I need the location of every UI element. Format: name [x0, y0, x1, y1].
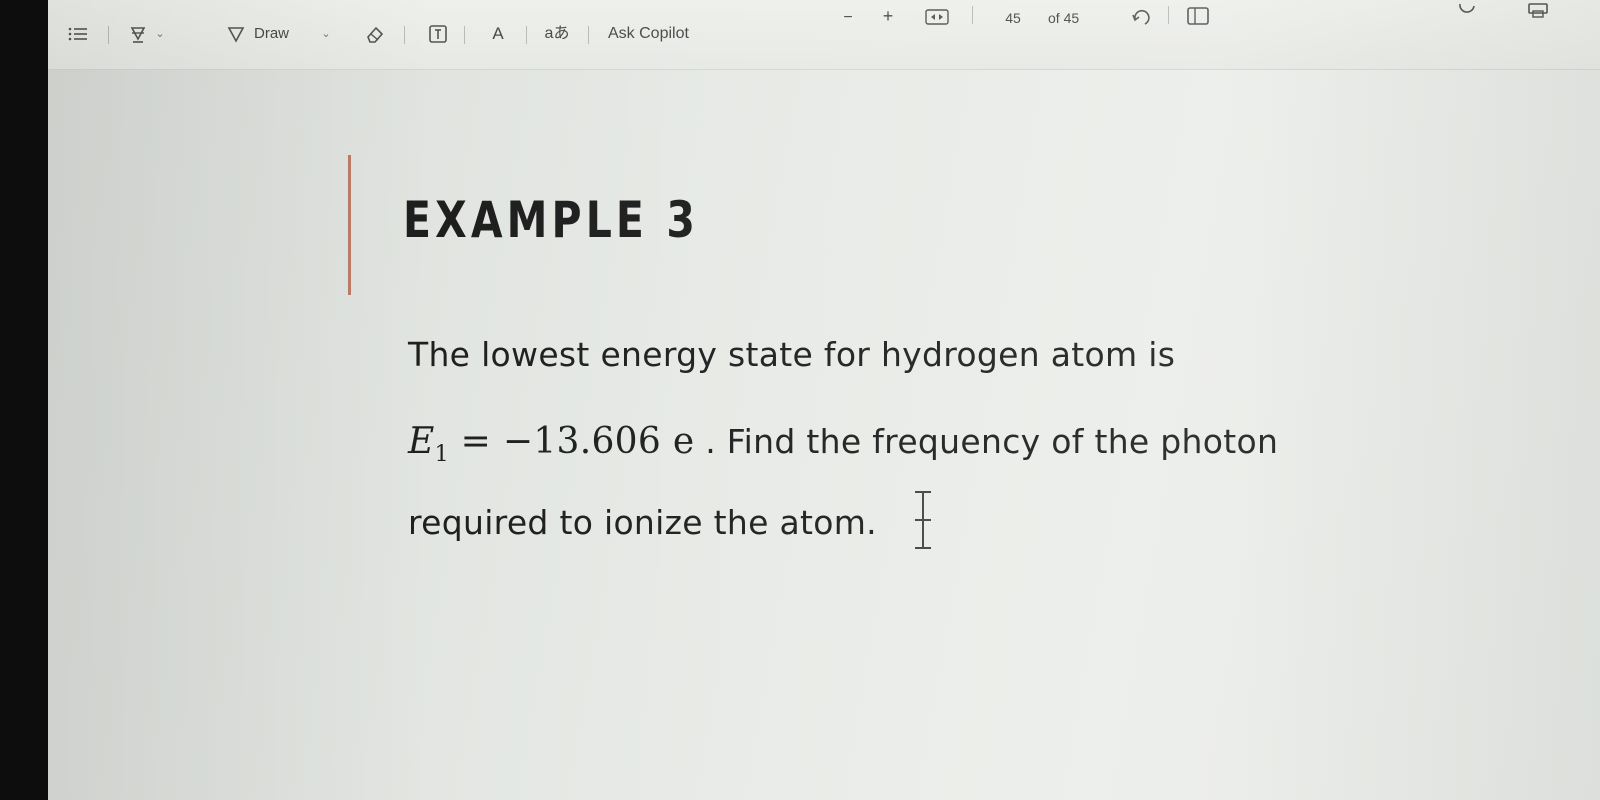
- page-margin-line: [348, 155, 351, 295]
- toolbar-divider: [526, 26, 527, 44]
- text-style-icon[interactable]: A: [484, 22, 512, 46]
- text-cursor-icon: [912, 490, 934, 550]
- translate-icon[interactable]: aあ: [542, 22, 572, 46]
- page-total-label: of 45: [1048, 10, 1080, 26]
- page-number-input[interactable]: 45: [996, 8, 1030, 28]
- body-line-2-text: . Find the frequency of the photon: [694, 422, 1279, 461]
- body-line-1: The lowest energy state for hydrogen ato…: [408, 335, 1176, 374]
- text-box-icon[interactable]: [426, 22, 450, 46]
- fit-width-icon[interactable]: [924, 8, 950, 26]
- page-title: EXAMPLE 3: [403, 191, 700, 249]
- rotate-icon[interactable]: [1128, 5, 1154, 29]
- toolbar-divider: [972, 6, 973, 24]
- toolbar-divider: [588, 26, 589, 44]
- energy-equation: E1 = −13.606 e: [408, 421, 695, 467]
- list-icon[interactable]: [66, 22, 90, 46]
- toolbar-divider: [464, 26, 465, 44]
- draw-button-label[interactable]: Draw: [254, 24, 289, 44]
- toolbar: ⌄ Draw ⌄ A aあ Ask Copilot − + 45 of 45: [48, 0, 1600, 70]
- equation-variable: E: [408, 421, 435, 462]
- body-line-3: required to ionize the atom.: [408, 503, 877, 542]
- toolbar-divider: [1168, 6, 1169, 24]
- toolbar-divider: [108, 26, 109, 44]
- pdf-viewer-window: ⌄ Draw ⌄ A aあ Ask Copilot − + 45 of 45 E…: [48, 0, 1600, 800]
- zoom-in-button[interactable]: +: [878, 6, 898, 26]
- document-page: EXAMPLE 3 The lowest energy state for hy…: [48, 71, 1600, 800]
- print-icon[interactable]: [1524, 0, 1552, 20]
- ask-copilot-button[interactable]: Ask Copilot: [608, 24, 689, 44]
- toolbar-divider: [404, 26, 405, 44]
- equation-subscript: 1: [434, 442, 449, 467]
- page-view-icon[interactable]: [1184, 4, 1212, 28]
- search-icon[interactable]: [1456, 0, 1480, 20]
- highlighter-icon[interactable]: [126, 22, 150, 46]
- chevron-down-icon[interactable]: ⌄: [318, 24, 334, 44]
- draw-icon[interactable]: [224, 22, 248, 46]
- body-line-2: E1 = −13.606 e . Find the frequency of t…: [408, 421, 1278, 467]
- chevron-down-icon[interactable]: ⌄: [152, 24, 168, 44]
- equation-value: = −13.606 e: [448, 421, 695, 462]
- eraser-icon[interactable]: [362, 22, 388, 46]
- zoom-out-button[interactable]: −: [838, 8, 858, 28]
